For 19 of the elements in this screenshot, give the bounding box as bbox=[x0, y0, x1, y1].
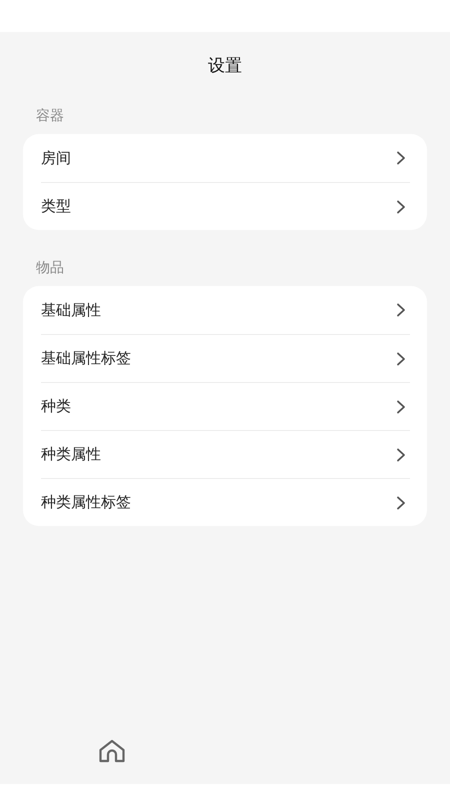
chevron-icon bbox=[396, 496, 406, 510]
page-title: 设置 bbox=[207, 55, 243, 78]
home-tab[interactable] bbox=[98, 738, 126, 762]
settings-item[interactable]: 基础属性标签 bbox=[41, 334, 410, 382]
settings-item[interactable]: 房间 bbox=[41, 134, 410, 182]
settings-item[interactable]: 类型 bbox=[41, 182, 410, 230]
chevron-icon bbox=[396, 303, 406, 317]
settings-item[interactable]: 种类属性标签 bbox=[41, 478, 410, 526]
chevron-icon bbox=[396, 448, 406, 462]
chevron-icon bbox=[396, 400, 406, 414]
home-icon bbox=[98, 738, 126, 762]
chevron-icon bbox=[396, 352, 406, 366]
settings-item[interactable]: 种类 bbox=[41, 382, 410, 430]
settings-item[interactable]: 基础属性 bbox=[41, 286, 410, 334]
chevron-icon bbox=[396, 200, 406, 214]
section-label: 容器 bbox=[36, 107, 65, 126]
chevron-icon bbox=[396, 151, 406, 165]
section-label: 物品 bbox=[36, 259, 65, 278]
settings-item[interactable]: 种类属性 bbox=[41, 430, 410, 478]
